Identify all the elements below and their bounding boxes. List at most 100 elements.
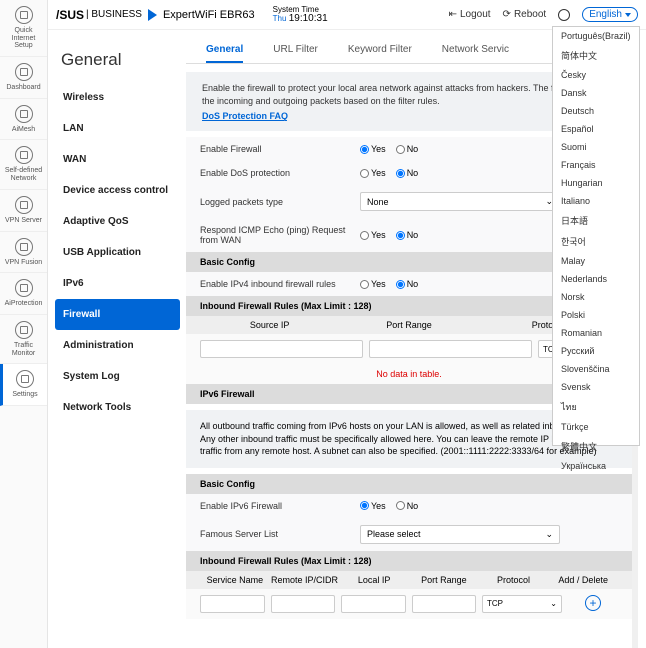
port-range-input-2[interactable] bbox=[412, 595, 477, 613]
logout-button[interactable]: ⇤Logout bbox=[449, 9, 491, 20]
lang-option[interactable]: Українська bbox=[553, 457, 639, 475]
lang-option[interactable]: Slovenščina bbox=[553, 360, 639, 378]
sidebar-item-device-access-control[interactable]: Device access control bbox=[55, 175, 180, 206]
rail-aiprotect[interactable]: AiProtection bbox=[0, 273, 47, 315]
protocol-select-2[interactable]: TCP⌄ bbox=[482, 595, 562, 613]
ipv4-no[interactable]: No bbox=[396, 279, 419, 289]
rail-quick-setup[interactable]: Quick Internet Setup bbox=[0, 0, 47, 57]
shield-icon bbox=[15, 279, 33, 297]
logout-icon: ⇤ bbox=[449, 9, 457, 20]
local-ip-input[interactable] bbox=[341, 595, 406, 613]
lang-option[interactable]: Deutsch bbox=[553, 102, 639, 120]
chevron-icon bbox=[148, 9, 157, 21]
sidebar-item-adaptive-qos[interactable]: Adaptive QoS bbox=[55, 206, 180, 237]
inbound-rules-header-2: Inbound Firewall Rules (Max Limit : 128) bbox=[186, 551, 632, 571]
setup-icon bbox=[15, 6, 33, 24]
lang-option[interactable]: Česky bbox=[553, 66, 639, 84]
sidebar-item-ipv6[interactable]: IPv6 bbox=[55, 268, 180, 299]
lang-option[interactable]: Português(Brazil) bbox=[553, 27, 639, 45]
row-famous: Famous Server List Please select⌄ bbox=[186, 518, 632, 551]
lang-option[interactable]: Nederlands bbox=[553, 270, 639, 288]
lang-option[interactable]: Español bbox=[553, 120, 639, 138]
mesh-icon bbox=[15, 105, 33, 123]
source-ip-input[interactable] bbox=[200, 340, 363, 358]
rail-aimesh[interactable]: AiMesh bbox=[0, 99, 47, 141]
lang-option[interactable]: Romanian bbox=[553, 324, 639, 342]
lang-option[interactable]: 繁體中文 bbox=[553, 436, 639, 457]
lang-option[interactable]: Türkçe bbox=[553, 418, 639, 436]
inbound-cols-2: Service NameRemote IP/CIDRLocal IPPort R… bbox=[186, 571, 632, 589]
lang-option[interactable]: Polski bbox=[553, 306, 639, 324]
rail-traffic[interactable]: Traffic Monitor bbox=[0, 315, 47, 364]
lang-option[interactable]: Dansk bbox=[553, 84, 639, 102]
dos-yes[interactable]: Yes bbox=[360, 168, 386, 178]
ipv4-yes[interactable]: Yes bbox=[360, 279, 386, 289]
lang-option[interactable]: Norsk bbox=[553, 288, 639, 306]
ipv6-no[interactable]: No bbox=[396, 501, 419, 511]
network-icon bbox=[15, 146, 33, 164]
icmp-yes[interactable]: Yes bbox=[360, 230, 386, 240]
model-name: ExpertWiFi EBR63 bbox=[163, 9, 255, 21]
sidebar-item-usb-application[interactable]: USB Application bbox=[55, 237, 180, 268]
vpn-icon bbox=[15, 196, 33, 214]
sidebar-item-wan[interactable]: WAN bbox=[55, 144, 180, 175]
tab-keywordfilter[interactable]: Keyword Filter bbox=[348, 44, 412, 63]
dos-no[interactable]: No bbox=[396, 168, 419, 178]
add-rule-button[interactable]: + bbox=[585, 595, 601, 611]
rail-dashboard[interactable]: Dashboard bbox=[0, 57, 47, 99]
famous-select[interactable]: Please select⌄ bbox=[360, 525, 560, 544]
firewall-yes[interactable]: Yes bbox=[360, 144, 386, 154]
reboot-icon: ⟳ bbox=[503, 9, 511, 20]
lang-option[interactable]: 한국어 bbox=[553, 231, 639, 252]
lang-option[interactable]: 日本語 bbox=[553, 210, 639, 231]
lang-option[interactable]: Français bbox=[553, 156, 639, 174]
sidebar-item-wireless[interactable]: Wireless bbox=[55, 82, 180, 113]
globe-icon bbox=[558, 9, 570, 21]
lang-option[interactable]: 简体中文 bbox=[553, 45, 639, 66]
traffic-icon bbox=[15, 321, 33, 339]
port-range-input[interactable] bbox=[369, 340, 532, 358]
logged-select[interactable]: None⌄ bbox=[360, 192, 560, 211]
icmp-no[interactable]: No bbox=[396, 230, 419, 240]
sidebar-item-system-log[interactable]: System Log bbox=[55, 361, 180, 392]
system-time: System Time Thu 19:10:31 bbox=[273, 6, 328, 24]
dashboard-icon bbox=[15, 63, 33, 81]
ipv6-yes[interactable]: Yes bbox=[360, 501, 386, 511]
language-button[interactable]: English bbox=[582, 7, 638, 22]
sidebar: General WirelessLANWANDevice access cont… bbox=[55, 36, 180, 423]
sidebar-item-network-tools[interactable]: Network Tools bbox=[55, 392, 180, 423]
basic-config-header-2: Basic Config bbox=[186, 474, 632, 494]
sidebar-item-lan[interactable]: LAN bbox=[55, 113, 180, 144]
caret-down-icon bbox=[625, 13, 631, 17]
service-name-input[interactable] bbox=[200, 595, 265, 613]
rail-selfnet[interactable]: Self-defined Network bbox=[0, 140, 47, 189]
lang-option[interactable]: Suomi bbox=[553, 138, 639, 156]
tab-general[interactable]: General bbox=[206, 44, 243, 63]
logo-business: | BUSINESS bbox=[86, 9, 142, 20]
lang-option[interactable]: ไทย bbox=[553, 396, 639, 418]
lang-option[interactable]: Svensk bbox=[553, 378, 639, 396]
sidebar-item-firewall[interactable]: Firewall bbox=[55, 299, 180, 330]
gear-icon bbox=[16, 370, 34, 388]
logo: /SUS bbox=[56, 8, 84, 22]
lang-option[interactable]: Malay bbox=[553, 252, 639, 270]
sidebar-title: General bbox=[55, 36, 180, 82]
dos-faq-link[interactable]: DoS Protection FAQ bbox=[202, 111, 288, 121]
vpnfusion-icon bbox=[15, 238, 33, 256]
language-dropdown[interactable]: Português(Brazil)简体中文ČeskyDanskDeutschEs… bbox=[552, 26, 640, 446]
reboot-button[interactable]: ⟳Reboot bbox=[503, 9, 547, 20]
lang-option[interactable]: Pусский bbox=[553, 342, 639, 360]
tab-urlfilter[interactable]: URL Filter bbox=[273, 44, 318, 63]
inbound-inputs-2: TCP⌄ + bbox=[186, 589, 632, 619]
lang-option[interactable]: Hungarian bbox=[553, 174, 639, 192]
lang-option[interactable]: Italiano bbox=[553, 192, 639, 210]
rail-vpnserver[interactable]: VPN Server bbox=[0, 190, 47, 232]
rail-settings[interactable]: Settings bbox=[0, 364, 47, 406]
remote-ip-input[interactable] bbox=[271, 595, 336, 613]
firewall-no[interactable]: No bbox=[396, 144, 419, 154]
rail-vpnfusion[interactable]: VPN Fusion bbox=[0, 232, 47, 274]
row-enable-ipv6: Enable IPv6 Firewall Yes No bbox=[186, 494, 632, 518]
tab-networkservice[interactable]: Network Servic bbox=[442, 44, 509, 63]
left-rail: Quick Internet Setup Dashboard AiMesh Se… bbox=[0, 0, 48, 648]
sidebar-item-administration[interactable]: Administration bbox=[55, 330, 180, 361]
